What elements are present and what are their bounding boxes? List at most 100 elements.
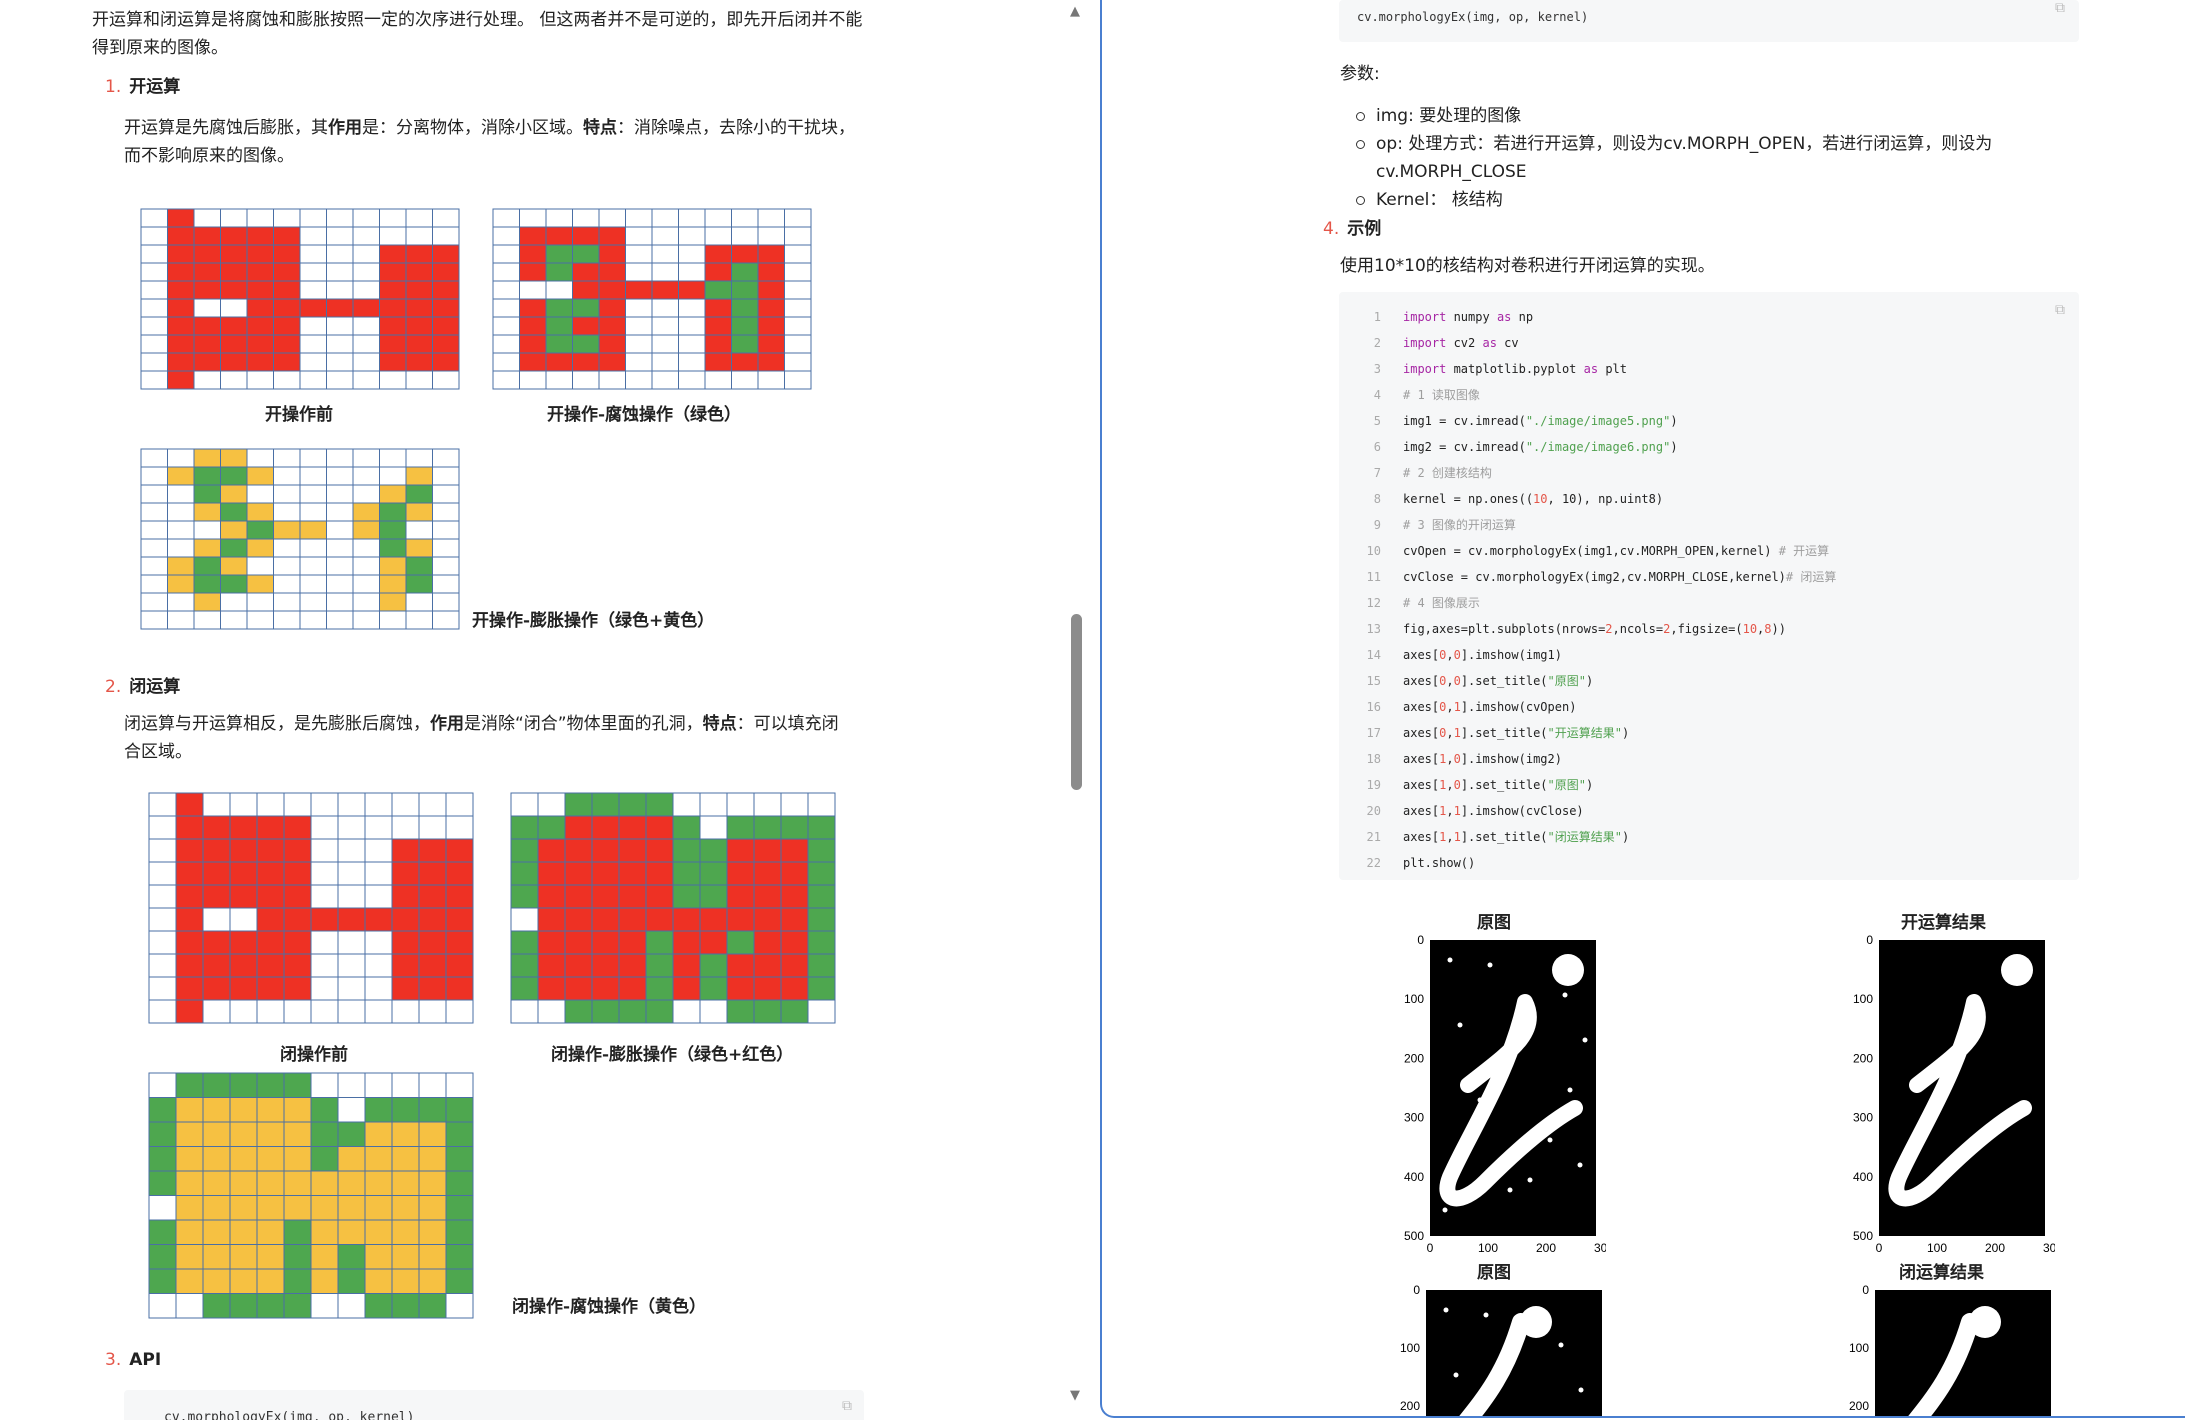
x-tick-label: 0 <box>1876 1241 1883 1252</box>
grid-cell <box>572 316 600 336</box>
grid-cell <box>704 316 732 336</box>
grid-cell <box>780 907 809 932</box>
grid-cell <box>572 262 600 282</box>
grid-cell <box>193 592 221 612</box>
grid-cell <box>379 574 407 594</box>
grid-cell <box>193 226 221 246</box>
grid-cell <box>202 815 231 840</box>
grid-cell <box>220 610 248 630</box>
grid-cell <box>572 370 600 390</box>
grid-cell <box>283 1170 312 1196</box>
grid-cell <box>418 976 447 1001</box>
grid-cell <box>283 1244 312 1270</box>
grid-cell <box>726 976 755 1001</box>
grid-cell <box>229 1072 258 1098</box>
grid-cell <box>591 930 620 955</box>
grid-cell <box>391 976 420 1001</box>
letter-j-dot <box>1520 1306 1552 1338</box>
grid-cell <box>418 884 447 909</box>
grid-cell <box>326 352 354 372</box>
code-line: 5 img1 = cv.imread("./image/image5.png") <box>1373 414 1678 428</box>
grid-cell <box>220 556 248 576</box>
vertical-scrollbar[interactable]: ▲ ▼ <box>1063 0 1090 1420</box>
scroll-up-arrow-icon[interactable]: ▲ <box>1070 4 1080 19</box>
grid-cell <box>148 1195 177 1221</box>
grid-cell <box>672 815 701 840</box>
code-line: 6 img2 = cv.imread("./image/image6.png") <box>1373 440 1678 454</box>
grid-cell <box>299 448 327 468</box>
y-tick-label: 100 <box>1400 1341 1420 1355</box>
grid-cell <box>780 930 809 955</box>
grid-cell <box>391 1195 420 1221</box>
grid-cell <box>445 976 474 1001</box>
grid-cell <box>784 226 812 246</box>
grid-cell <box>352 334 380 354</box>
grid-cell <box>220 592 248 612</box>
grid-cell <box>625 352 653 372</box>
grid-cell <box>167 316 195 336</box>
y-tick-label: 100 <box>1404 992 1424 1006</box>
grid-cell <box>256 953 285 978</box>
grid-cell <box>391 815 420 840</box>
grid-cell <box>175 1219 204 1245</box>
grid-cell <box>352 244 380 264</box>
copy-icon[interactable]: ⧉ <box>2055 0 2065 16</box>
copy-icon[interactable]: ⧉ <box>2055 302 2065 318</box>
grid-cell <box>784 316 812 336</box>
grid-cell <box>672 999 701 1024</box>
grid-cell <box>519 316 547 336</box>
grid-cell <box>148 792 177 817</box>
grid-cell <box>310 1121 339 1147</box>
grid-cell <box>445 1121 474 1147</box>
grid-cell <box>364 1146 393 1172</box>
grid-cell <box>510 999 539 1024</box>
grid-cell <box>220 334 248 354</box>
grid-cell <box>246 208 274 228</box>
grid-cell <box>193 262 221 282</box>
grid-cell <box>405 502 433 522</box>
scroll-down-arrow-icon[interactable]: ▼ <box>1070 1388 1080 1403</box>
grid-cell <box>175 838 204 863</box>
y-tick-label: 400 <box>1404 1170 1424 1184</box>
noise-dot <box>1477 1097 1483 1103</box>
grid-cell <box>337 1170 366 1196</box>
grid-cell <box>256 1195 285 1221</box>
grid-cell <box>564 838 593 863</box>
grid-cell <box>672 953 701 978</box>
grid-cell <box>167 334 195 354</box>
grid-cell <box>337 1195 366 1221</box>
grid-cell <box>492 280 520 300</box>
grid-cell <box>202 1293 231 1319</box>
scrollbar-thumb[interactable] <box>1071 614 1082 790</box>
grid-cell <box>432 208 460 228</box>
y-tick-label: 100 <box>1853 992 1873 1006</box>
copy-icon[interactable]: ⧉ <box>842 1398 852 1414</box>
grid-cell <box>175 1146 204 1172</box>
grid-cell <box>379 226 407 246</box>
grid-cell <box>405 592 433 612</box>
grid-cell <box>299 484 327 504</box>
grid-cell <box>510 861 539 886</box>
grid-cell <box>618 999 647 1024</box>
grid-cell <box>651 316 679 336</box>
grid-cell <box>645 953 674 978</box>
grid-cell <box>310 1170 339 1196</box>
grid-cell <box>418 838 447 863</box>
grid-cell <box>148 815 177 840</box>
grid-cell <box>273 448 301 468</box>
grid-cell <box>432 226 460 246</box>
grid-cell <box>807 884 836 909</box>
code-line: 14 axes[0,0].imshow(img1) <box>1366 648 1562 662</box>
grid-cell <box>148 1293 177 1319</box>
grid-cell <box>246 610 274 630</box>
grid-cell <box>672 884 701 909</box>
grid-cell <box>364 999 393 1024</box>
grid-cell <box>326 370 354 390</box>
grid-cell <box>283 1268 312 1294</box>
grid-cell <box>519 208 547 228</box>
grid-cell <box>379 484 407 504</box>
grid-cell <box>545 370 573 390</box>
grid-cell <box>193 520 221 540</box>
grid-cell <box>175 1195 204 1221</box>
grid-cell <box>299 280 327 300</box>
